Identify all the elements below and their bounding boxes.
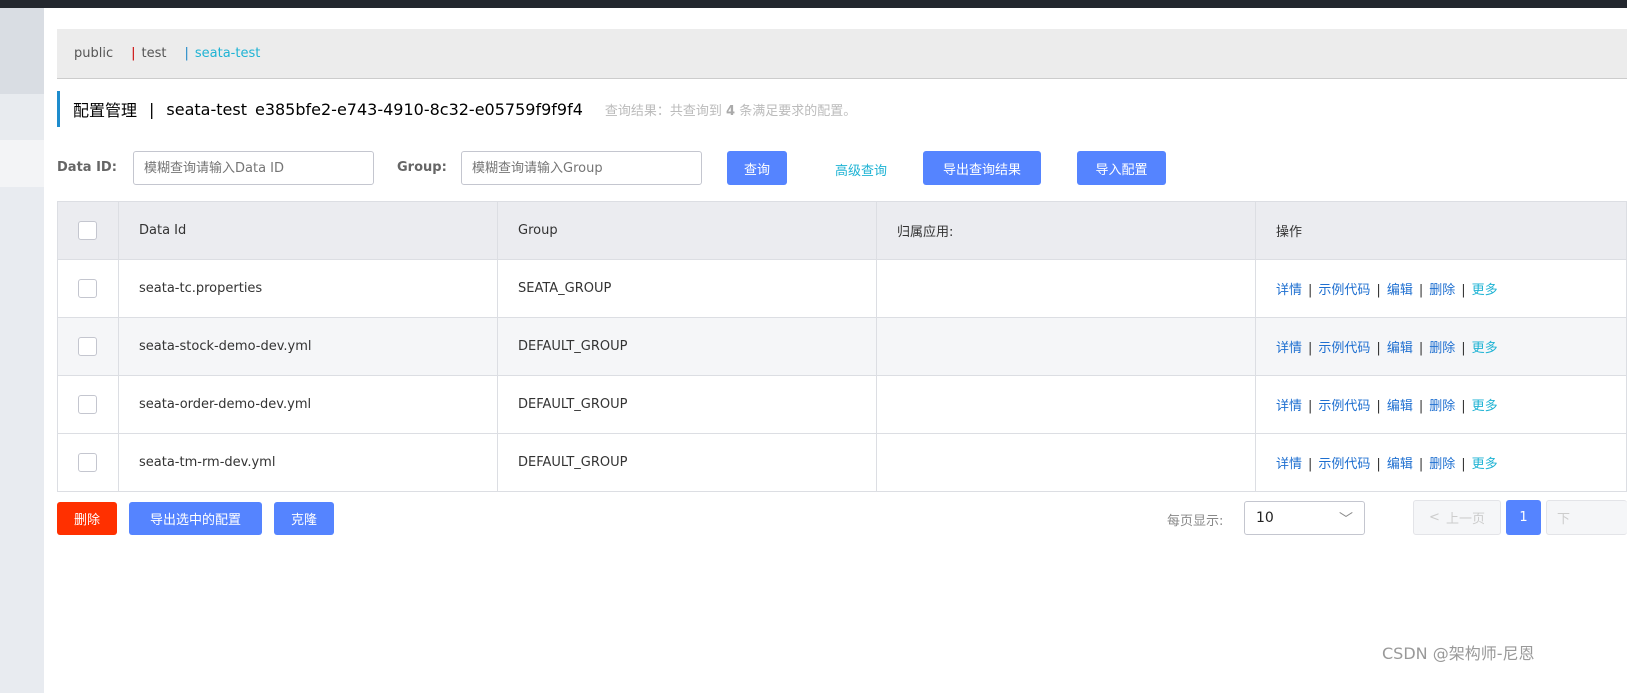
cell-group: DEFAULT_GROUP <box>497 433 877 492</box>
row-checkbox[interactable] <box>78 453 97 472</box>
watermark: CSDN @架构师-尼恩 <box>1382 644 1535 663</box>
row-checkbox[interactable] <box>78 279 97 298</box>
data-id-label: Data ID: <box>57 160 117 175</box>
export-results-button[interactable]: 导出查询结果 <box>923 151 1041 185</box>
table-header: Data Id Group 归属应用: 操作 <box>57 201 1627 260</box>
group-input[interactable] <box>461 151 702 185</box>
cell-group: DEFAULT_GROUP <box>497 375 877 434</box>
table-row: seata-tc.properties SEATA_GROUP 详情 | 示例代码 | 编辑… <box>57 259 1627 318</box>
data-id-input[interactable] <box>133 151 374 185</box>
namespace-public[interactable]: public <box>74 46 113 61</box>
title-text: 配置管理 <box>73 101 138 120</box>
page-title: 配置管理 | seata-test e385bfe2-e743-4910-8c3… <box>57 91 856 127</box>
delete-link[interactable]: 删除 <box>1429 341 1455 356</box>
query-button[interactable]: 查询 <box>727 151 787 185</box>
col-group: Group <box>497 201 877 260</box>
cell-data-id: seata-tm-rm-dev.yml <box>118 433 498 492</box>
cell-ops: 详情 | 示例代码 | 编辑 | 删除 | 更多 <box>1255 317 1627 376</box>
table-row: seata-order-demo-dev.yml DEFAULT_GROUP 详情 |… <box>57 375 1627 434</box>
select-all-checkbox[interactable] <box>78 221 97 240</box>
next-page-button[interactable]: 下 <box>1546 500 1627 535</box>
more-link[interactable]: 更多 <box>1472 457 1498 472</box>
detail-link[interactable]: 详情 <box>1276 341 1302 356</box>
sample-code-link[interactable]: 示例代码 <box>1318 399 1370 414</box>
cell-group: DEFAULT_GROUP <box>497 317 877 376</box>
title-namespace-id: e385bfe2-e743-4910-8c32-e05759f9f9f4 <box>254 99 583 119</box>
more-link[interactable]: 更多 <box>1472 399 1498 414</box>
cell-ops: 详情 | 示例代码 | 编辑 | 删除 | 更多 <box>1255 433 1627 492</box>
more-link[interactable]: 更多 <box>1472 283 1498 298</box>
cell-ops: 详情 | 示例代码 | 编辑 | 删除 | 更多 <box>1255 259 1627 318</box>
chevron-down-icon: ﹀ <box>1339 512 1353 528</box>
config-table: Data Id Group 归属应用: 操作 seata-tc.properti… <box>57 201 1627 492</box>
sample-code-link[interactable]: 示例代码 <box>1318 457 1370 472</box>
chevron-left-icon: < <box>1429 510 1440 525</box>
cell-data-id: seata-order-demo-dev.yml <box>118 375 498 434</box>
edit-link[interactable]: 编辑 <box>1387 341 1413 356</box>
prev-page-button[interactable]: < 上一页 <box>1413 500 1501 535</box>
delete-button[interactable]: 删除 <box>57 502 117 535</box>
cell-data-id: seata-stock-demo-dev.yml <box>118 317 498 376</box>
namespace-seata-test[interactable]: seata-test <box>195 46 260 61</box>
clone-button[interactable]: 克隆 <box>274 502 334 535</box>
top-bar <box>0 0 1627 8</box>
group-label: Group: <box>397 160 447 175</box>
page-1-button[interactable]: 1 <box>1506 500 1541 535</box>
title-sep: | <box>149 99 155 119</box>
title-namespace: seata-test <box>166 99 247 119</box>
export-selected-button[interactable]: 导出选中的配置 <box>129 502 262 535</box>
cell-app <box>876 317 1256 376</box>
delete-link[interactable]: 删除 <box>1429 457 1455 472</box>
cell-app <box>876 259 1256 318</box>
cell-app <box>876 433 1256 492</box>
cell-app <box>876 375 1256 434</box>
per-page-value: 10 <box>1256 510 1274 526</box>
detail-link[interactable]: 详情 <box>1276 283 1302 298</box>
row-checkbox[interactable] <box>78 337 97 356</box>
col-app: 归属应用: <box>876 201 1256 260</box>
more-link[interactable]: 更多 <box>1472 341 1498 356</box>
delete-link[interactable]: 删除 <box>1429 283 1455 298</box>
namespace-bar: public | test | seata-test <box>57 29 1627 79</box>
table-row: seata-tm-rm-dev.yml DEFAULT_GROUP 详情 | 示例代码 |… <box>57 433 1627 492</box>
detail-link[interactable]: 详情 <box>1276 457 1302 472</box>
namespace-test[interactable]: test <box>142 46 167 61</box>
table-row: seata-stock-demo-dev.yml DEFAULT_GROUP 详情 |… <box>57 317 1627 376</box>
detail-link[interactable]: 详情 <box>1276 399 1302 414</box>
sidebar <box>0 8 44 693</box>
edit-link[interactable]: 编辑 <box>1387 399 1413 414</box>
edit-link[interactable]: 编辑 <box>1387 283 1413 298</box>
sample-code-link[interactable]: 示例代码 <box>1318 341 1370 356</box>
col-ops: 操作 <box>1255 201 1627 260</box>
edit-link[interactable]: 编辑 <box>1387 457 1413 472</box>
row-checkbox[interactable] <box>78 395 97 414</box>
per-page-label: 每页显示: <box>1167 514 1224 529</box>
advanced-query-link[interactable]: 高级查询 <box>835 160 887 179</box>
sample-code-link[interactable]: 示例代码 <box>1318 283 1370 298</box>
cell-data-id: seata-tc.properties <box>118 259 498 318</box>
per-page-select[interactable]: 10 ﹀ <box>1244 501 1365 535</box>
import-config-button[interactable]: 导入配置 <box>1077 151 1166 185</box>
delete-link[interactable]: 删除 <box>1429 399 1455 414</box>
result-hint: 查询结果：共查询到 4 条满足要求的配置。 <box>604 103 857 119</box>
cell-ops: 详情 | 示例代码 | 编辑 | 删除 | 更多 <box>1255 375 1627 434</box>
cell-group: SEATA_GROUP <box>497 259 877 318</box>
col-data-id: Data Id <box>118 201 498 260</box>
